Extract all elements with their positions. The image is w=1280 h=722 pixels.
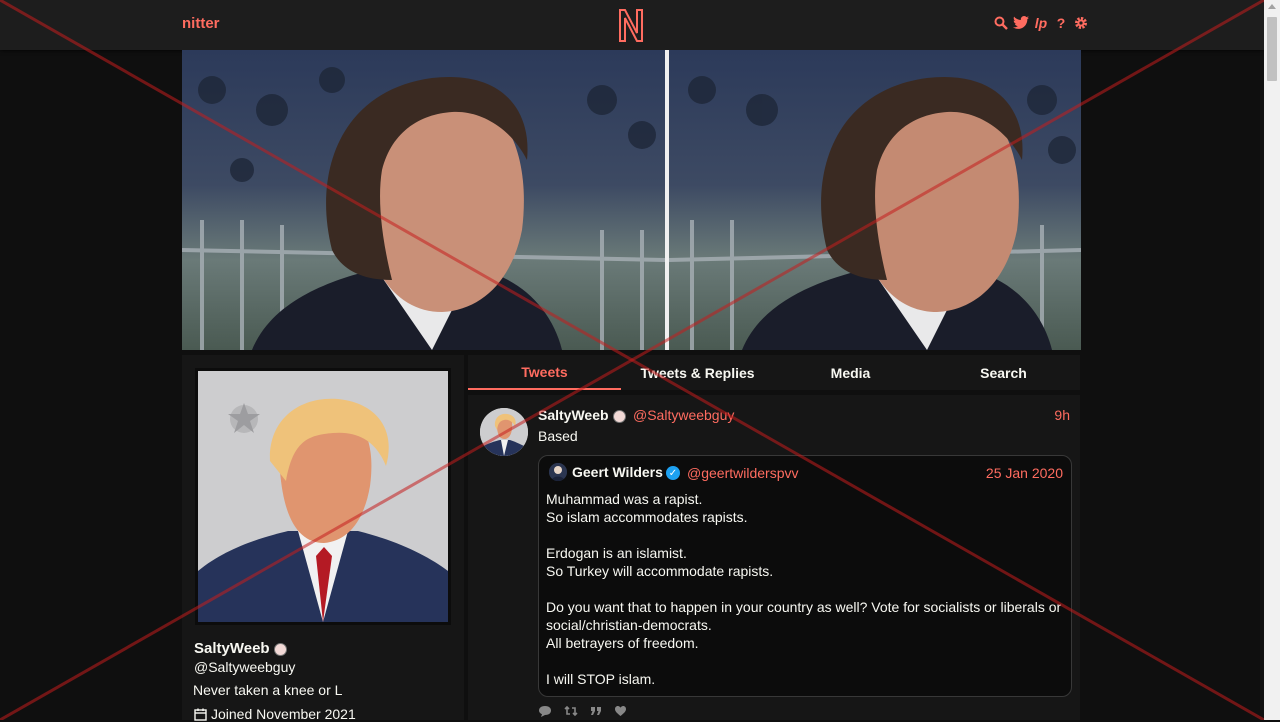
timeline-tabs: Tweets Tweets & Replies Media Search: [468, 355, 1080, 390]
quote-line: [546, 526, 1066, 544]
timeline: SaltyWeeb @Saltyweebguy 9h Based Geert W…: [468, 395, 1080, 720]
profile-bio: Never taken a knee or L: [193, 682, 343, 698]
quote-line: [546, 580, 1066, 598]
quote-line: Muhammad was a rapist.: [546, 491, 703, 507]
verified-icon: ✓: [665, 466, 680, 481]
quote-line: [546, 652, 1066, 670]
quote-line: So Turkey will accommodate rapists.: [546, 563, 774, 579]
profile-display-name[interactable]: SaltyWeeb: [194, 640, 287, 657]
tweet-display-name[interactable]: SaltyWeeb: [538, 407, 626, 423]
help-icon[interactable]: ?: [1053, 15, 1069, 31]
search-icon[interactable]: [993, 15, 1009, 31]
page-scrollbar[interactable]: [1264, 0, 1280, 720]
nav-icons: lp ?: [993, 15, 1089, 31]
retweet-icon[interactable]: [564, 705, 578, 720]
gear-icon[interactable]: [1073, 15, 1089, 31]
tweet-time[interactable]: 9h: [1054, 407, 1070, 423]
tab-tweets[interactable]: Tweets: [468, 355, 621, 390]
lp-icon[interactable]: lp: [1033, 15, 1049, 31]
heart-icon[interactable]: [614, 705, 627, 720]
nitter-logo[interactable]: [614, 7, 648, 43]
quote-avatar[interactable]: [549, 463, 567, 481]
quoted-tweet[interactable]: Geert Wilders ✓ @geertwilderspvv 25 Jan 2…: [538, 455, 1072, 697]
quote-date[interactable]: 25 Jan 2020: [986, 465, 1063, 481]
quote-line: I will STOP islam.: [546, 671, 656, 687]
nav-brand-link[interactable]: nitter: [182, 15, 220, 32]
quote-body: Muhammad was a rapist. So islam accommod…: [546, 490, 1066, 688]
quote-line: Erdogan is an islamist.: [546, 545, 687, 561]
profile-avatar-image: [198, 371, 448, 622]
nitter-logo-icon: [619, 9, 643, 42]
navbar: nitter lp ?: [0, 0, 1264, 50]
profile-avatar[interactable]: [195, 368, 451, 625]
scrollbar-thumb[interactable]: [1267, 17, 1277, 81]
quote-username[interactable]: @geertwilderspvv: [687, 465, 798, 481]
scroll-up-arrow-icon[interactable]: [1268, 4, 1276, 9]
quote-line: Do you want that to happen in your count…: [546, 599, 1062, 633]
tweet-username[interactable]: @Saltyweebguy: [633, 407, 734, 423]
comment-icon[interactable]: [538, 705, 552, 720]
profile-card: SaltyWeeb @Saltyweebguy Never taken a kn…: [182, 355, 464, 722]
profile-username[interactable]: @Saltyweebguy: [194, 659, 295, 675]
tweet-text: Based: [538, 428, 578, 444]
profile-badge-icon: [273, 642, 287, 656]
tweet-avatar[interactable]: [480, 408, 528, 456]
twitter-icon[interactable]: [1013, 15, 1029, 31]
quote-display-name[interactable]: Geert Wilders ✓: [572, 464, 680, 481]
tweet-display-name-text: SaltyWeeb: [538, 407, 609, 423]
tweet-badge-icon: [612, 409, 626, 423]
calendar-icon: [194, 708, 207, 721]
quote-line: All betrayers of freedom.: [546, 635, 699, 651]
tab-tweets-replies[interactable]: Tweets & Replies: [621, 355, 774, 390]
tweet-stats: [538, 705, 627, 720]
quote-display-name-text: Geert Wilders: [572, 464, 663, 480]
quote-icon[interactable]: [590, 705, 602, 720]
tab-search[interactable]: Search: [927, 355, 1080, 390]
tab-media[interactable]: Media: [774, 355, 927, 390]
profile-display-name-text: SaltyWeeb: [194, 640, 270, 657]
profile-banner-image[interactable]: [182, 50, 1081, 350]
quote-line: So islam accommodates rapists.: [546, 509, 748, 525]
